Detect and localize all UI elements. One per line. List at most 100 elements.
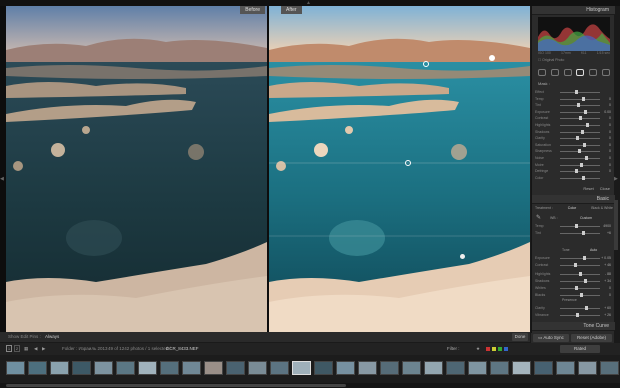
color-label-green-icon[interactable]	[498, 347, 502, 351]
reset-link[interactable]: Reset	[583, 186, 593, 191]
slider-knob[interactable]	[582, 175, 585, 180]
filmstrip-thumbnail[interactable]	[358, 361, 377, 375]
slider-exposure[interactable]: Exposure 0.00	[535, 109, 611, 115]
slider-whites[interactable]: Whites 0	[535, 286, 611, 291]
gradient-center-pin-icon[interactable]	[405, 160, 411, 166]
slider-track[interactable]	[560, 281, 600, 282]
filmstrip-thumbnail[interactable]	[50, 361, 69, 375]
adjustment-brush-icon[interactable]	[601, 69, 610, 76]
slider-effect[interactable]: Effect	[535, 90, 611, 95]
slider-value[interactable]: 0	[609, 123, 611, 128]
slider-track[interactable]	[560, 226, 600, 227]
slider-contrast[interactable]: Contrast + 46	[535, 263, 611, 268]
slider-knob[interactable]	[583, 256, 586, 260]
auto-sync-button[interactable]: ▭ Auto Sync	[533, 334, 569, 342]
slider-knob[interactable]	[586, 123, 589, 127]
slider-track[interactable]	[560, 265, 600, 266]
slider-defringe[interactable]: Defringe 0	[535, 169, 611, 174]
slider-value[interactable]: +6	[607, 231, 611, 236]
slider-knob[interactable]	[580, 293, 583, 297]
filmstrip-thumbnail[interactable]	[94, 361, 113, 375]
eyedropper-icon[interactable]: ✎	[536, 214, 541, 221]
original-photo-checkbox[interactable]: ☐ Original Photo	[538, 58, 564, 62]
slider-shadows[interactable]: Shadows 0	[535, 129, 611, 135]
display-1-button[interactable]: 1	[6, 345, 12, 352]
slider-track[interactable]	[560, 258, 600, 259]
filmstrip-scrollbar[interactable]	[0, 383, 620, 388]
slider-knob[interactable]	[574, 263, 577, 267]
filmstrip-thumbnail[interactable]	[402, 361, 421, 375]
slider-value[interactable]: 0	[609, 103, 611, 108]
slider-knob[interactable]	[576, 136, 579, 141]
slider-knob[interactable]	[575, 90, 578, 94]
slider-knob[interactable]	[582, 231, 585, 235]
grid-view-icon[interactable]: ▦	[24, 343, 28, 355]
slider-value[interactable]: 0	[609, 136, 611, 141]
slider-value[interactable]: 0	[609, 169, 611, 174]
filmstrip-thumbnail[interactable]	[578, 361, 597, 375]
slider-highlights[interactable]: Highlights 0	[535, 123, 611, 128]
slider-knob[interactable]	[585, 306, 588, 310]
slider-track[interactable]	[560, 125, 600, 126]
slider-value[interactable]: 0	[609, 143, 611, 148]
slider-track[interactable]	[560, 308, 600, 309]
filmstrip-thumbnail[interactable]	[72, 361, 91, 375]
slider-temp[interactable]: Temp 0	[535, 96, 611, 102]
slider-shadows[interactable]: Shadows + 34	[535, 279, 611, 284]
filmstrip-thumbnail[interactable]	[248, 361, 267, 375]
slider-value[interactable]: 0	[609, 97, 611, 102]
panel-scrollbar[interactable]	[614, 200, 618, 250]
slider-tint[interactable]: Tint 0	[535, 103, 611, 108]
treatment-bw[interactable]: Black & White	[591, 206, 613, 210]
slider-saturation[interactable]: Saturation 0	[535, 142, 611, 148]
forward-arrow-icon[interactable]: ▶	[42, 343, 45, 355]
slider-track[interactable]	[560, 98, 600, 100]
slider-value[interactable]: 0	[609, 149, 611, 154]
slider-track[interactable]	[560, 233, 600, 234]
star-filter-icon[interactable]: ★	[476, 343, 480, 355]
slider-value[interactable]: - 88	[605, 272, 611, 277]
filter-preset-dropdown[interactable]: Rated	[560, 345, 600, 353]
filmstrip-thumbnail[interactable]	[270, 361, 289, 375]
slider-knob[interactable]	[575, 286, 578, 290]
slider-value[interactable]: + 60	[604, 306, 611, 311]
filmstrip-thumbnail[interactable]	[6, 361, 25, 375]
slider-knob[interactable]	[579, 116, 582, 121]
slider-moire[interactable]: Moire 0	[535, 162, 611, 168]
edit-pin-icon-2[interactable]	[460, 254, 465, 259]
slider-clarity[interactable]: Clarity + 60	[535, 306, 611, 311]
filmstrip-thumbnail[interactable]	[204, 361, 223, 375]
filmstrip-scroll-thumb[interactable]	[6, 384, 346, 387]
slider-value[interactable]: 4900	[603, 224, 611, 229]
wb-dropdown[interactable]: Custom	[580, 216, 592, 220]
slider-knob[interactable]	[582, 96, 585, 101]
slider-track[interactable]	[560, 111, 600, 113]
slider-track[interactable]	[560, 177, 600, 179]
slider-blacks[interactable]: Blacks 0	[535, 293, 611, 298]
red-eye-icon[interactable]	[563, 69, 572, 76]
slider-knob[interactable]	[579, 272, 582, 276]
filmstrip-thumbnail[interactable]	[160, 361, 179, 375]
slider-tint[interactable]: Tint +6	[535, 231, 611, 236]
folder-path[interactable]: Folder : Израиль 2013	[62, 343, 108, 355]
filmstrip-thumbnail[interactable]	[138, 361, 157, 375]
slider-value[interactable]: 0	[609, 116, 611, 121]
slider-value[interactable]: 0.00	[604, 110, 611, 115]
filmstrip-thumbnail[interactable]	[380, 361, 399, 375]
slider-contrast[interactable]: Contrast 0	[535, 116, 611, 121]
slider-knob[interactable]	[576, 313, 579, 317]
filmstrip-thumbnail[interactable]	[556, 361, 575, 375]
slider-knob[interactable]	[578, 149, 581, 154]
basic-header[interactable]: Basic	[532, 195, 615, 204]
slider-exposure[interactable]: Exposure + 0.05	[535, 256, 611, 261]
slider-track[interactable]	[560, 144, 600, 146]
filmstrip-thumbnail[interactable]	[600, 361, 619, 375]
filmstrip-thumbnail[interactable]	[424, 361, 443, 375]
close-link[interactable]: Close	[600, 186, 610, 191]
filmstrip-thumbnail[interactable]	[512, 361, 531, 375]
color-label-blue-icon[interactable]	[504, 347, 508, 351]
filmstrip-thumbnail[interactable]	[468, 361, 487, 375]
filmstrip-thumbnail[interactable]	[292, 361, 311, 375]
filmstrip-thumbnail[interactable]	[28, 361, 47, 375]
display-2-button[interactable]: 2	[14, 345, 20, 352]
